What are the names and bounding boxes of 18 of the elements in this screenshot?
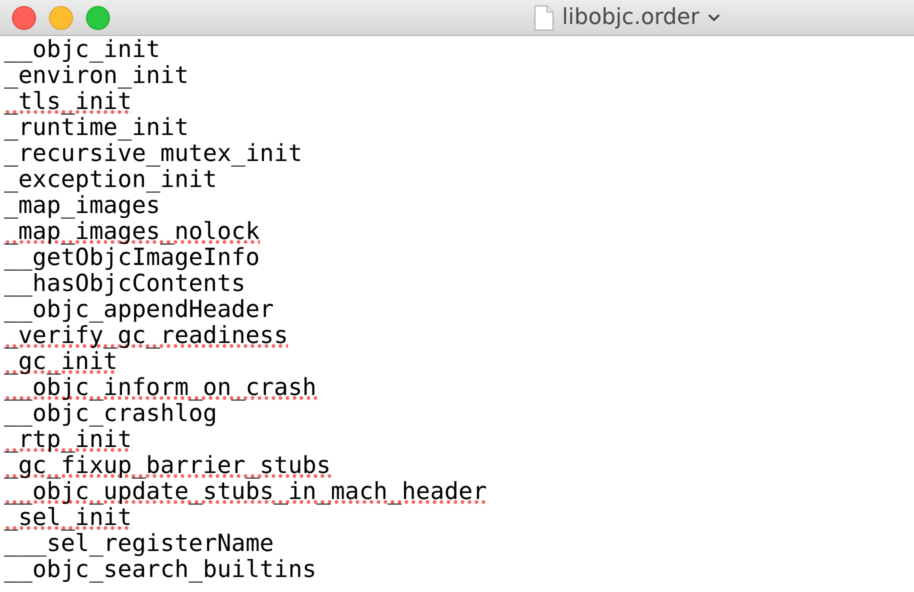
text-line: _map_images xyxy=(4,192,160,218)
chevron-down-icon[interactable] xyxy=(707,13,722,22)
text-line: __objc_init xyxy=(4,36,160,62)
text-line: __hasObjcContents xyxy=(4,270,246,296)
minimize-button[interactable] xyxy=(49,6,73,30)
text-line: ___sel_registerName xyxy=(4,530,274,556)
text-line: _environ_init xyxy=(4,62,189,88)
text-line: _exception_init xyxy=(4,166,218,192)
text-line: _recursive_mutex_init xyxy=(4,140,302,166)
text-line: __objc_search_builtins xyxy=(4,556,317,582)
document-icon xyxy=(534,4,554,30)
close-button[interactable] xyxy=(12,6,36,30)
window-title: libobjc.order xyxy=(562,5,700,30)
zoom-button[interactable] xyxy=(86,6,110,30)
text-line: __getObjcImageInfo xyxy=(4,244,260,270)
text-line: _runtime_init xyxy=(4,114,189,140)
text-line: __objc_crashlog xyxy=(4,400,218,426)
text-line: __objc_appendHeader xyxy=(4,296,274,322)
